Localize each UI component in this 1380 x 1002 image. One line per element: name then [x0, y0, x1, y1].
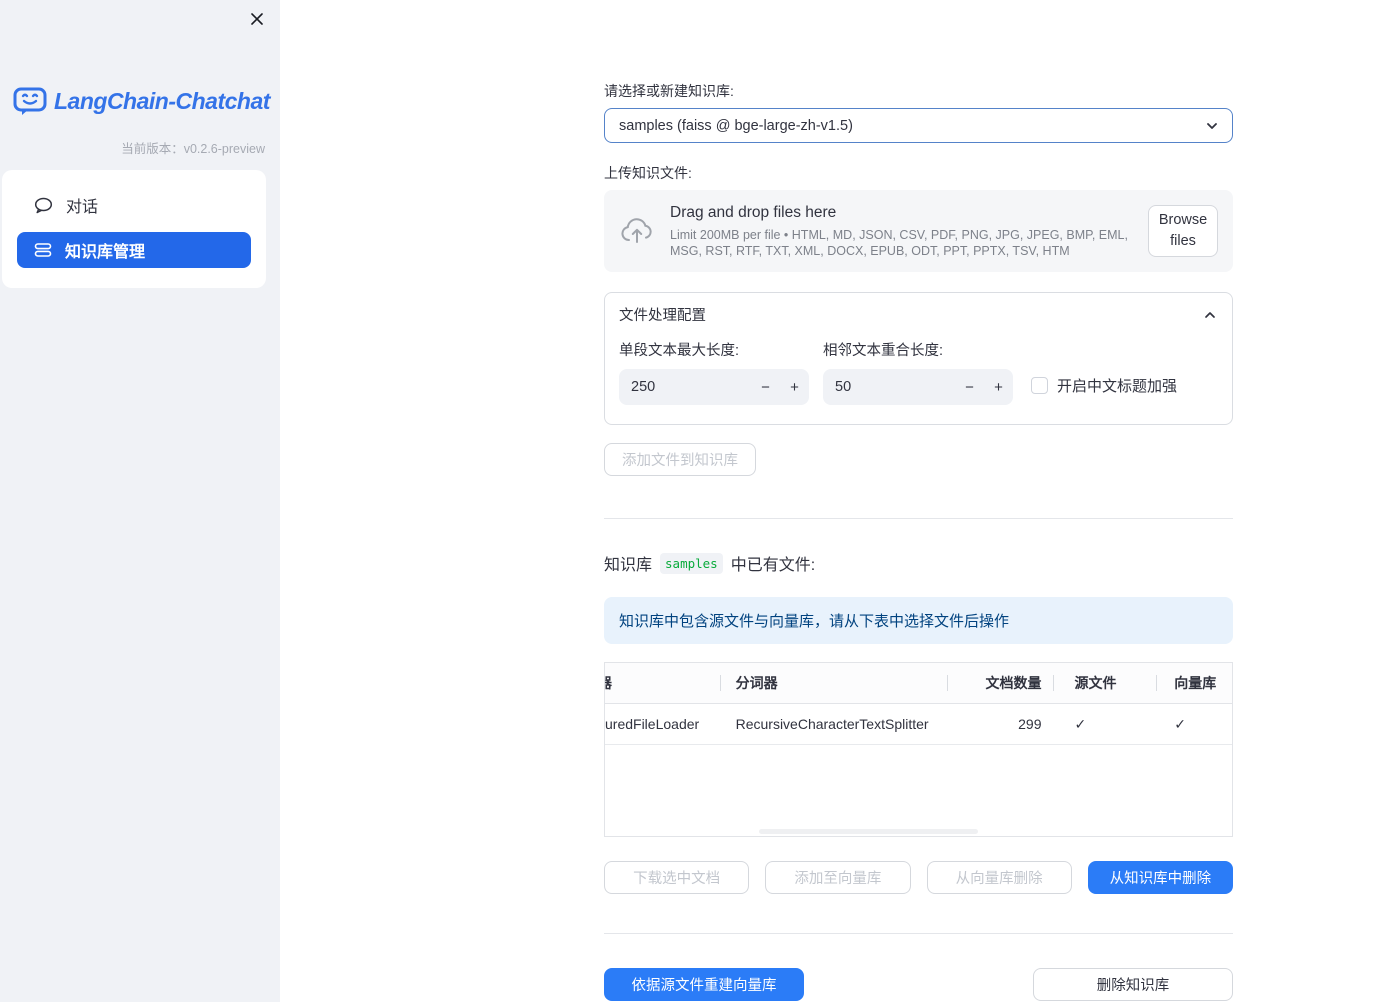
column-header-loader[interactable]: 器 [605, 663, 720, 703]
cell-source-file-check: ✓ [1074, 715, 1087, 732]
close-icon [250, 12, 264, 26]
chunk-size-decrement-button[interactable]: − [751, 369, 780, 405]
delete-from-kb-button[interactable]: 从知识库中删除 [1087, 861, 1233, 894]
main-content: 请选择或新建知识库: samples (faiss @ bge-large-zh… [604, 0, 1233, 1001]
kb-files-table: 器 分词器 文档数量 源文件 向量库 uredFileLoader Recurs… [604, 662, 1233, 837]
dropzone-title: Drag and drop files here [670, 204, 837, 221]
chevron-down-icon [1204, 118, 1220, 134]
expander-body: 单段文本最大长度: 250 − + 相邻文本重合长度: 50 − + 开启中文标… [605, 334, 1232, 424]
browse-files-button[interactable]: Browse files [1148, 205, 1218, 257]
chunk-size-input: 250 − + [619, 369, 809, 405]
table-horizontal-scrollbar[interactable] [759, 829, 978, 834]
cell-loader: uredFileLoader [605, 716, 700, 732]
bottom-actions: 依据源文件重建向量库 删除知识库 [604, 968, 1233, 1001]
overlap-size-increment-button[interactable]: + [984, 369, 1013, 405]
file-dropzone[interactable]: Drag and drop files here Limit 200MB per… [604, 190, 1233, 272]
column-header-doc-count[interactable]: 文档数量 [946, 663, 1053, 703]
chunk-size-label: 单段文本最大长度: [619, 343, 740, 359]
table-row[interactable]: uredFileLoader RecursiveCharacterTextSpl… [605, 704, 1232, 745]
row-actions: 下载选中文档 添加至向量库 从向量库删除 从知识库中删除 [604, 861, 1233, 894]
upload-label: 上传知识文件: [604, 165, 692, 181]
cell-splitter: RecursiveCharacterTextSplitter [735, 716, 929, 732]
chunk-size-increment-button[interactable]: + [780, 369, 809, 405]
chevron-up-icon [1202, 307, 1218, 323]
overlap-size-label: 相邻文本重合长度: [823, 343, 944, 359]
divider [604, 933, 1233, 934]
sidebar-menu: 对话 知识库管理 [2, 170, 266, 288]
download-selected-docs-button[interactable]: 下载选中文档 [604, 861, 750, 894]
cloud-upload-icon [620, 217, 654, 245]
chunk-size-value[interactable]: 250 [619, 379, 751, 395]
divider [604, 518, 1233, 519]
kb-name-code: samples [660, 552, 723, 574]
sidebar: LangChain-Chatchat 当前版本：v0.2.6-preview 对… [0, 0, 280, 1002]
app-logo: LangChain-Chatchat [13, 86, 270, 116]
add-to-vector-store-button[interactable]: 添加至向量库 [765, 861, 911, 894]
menu-item-label: 对话 [66, 199, 99, 216]
delete-from-vector-store-button[interactable]: 从向量库删除 [926, 861, 1072, 894]
checkbox-label: 开启中文标题加强 [1057, 378, 1178, 395]
menu-item-knowledge-base[interactable]: 知识库管理 [17, 232, 251, 268]
info-banner: 知识库中包含源文件与向量库，请从下表中选择文件后操作 [604, 597, 1233, 644]
table-header-row: 器 分词器 文档数量 源文件 向量库 [605, 663, 1232, 704]
column-header-source-file[interactable]: 源文件 [1052, 663, 1157, 703]
rebuild-vector-store-button[interactable]: 依据源文件重建向量库 [604, 968, 804, 1001]
dropzone-text: Drag and drop files here Limit 200MB per… [670, 203, 1148, 259]
kb-select-label: 请选择或新建知识库: [604, 83, 734, 99]
chat-bubble-icon [34, 197, 53, 214]
kb-select-dropdown[interactable]: samples (faiss @ bge-large-zh-v1.5) [604, 108, 1233, 143]
column-header-splitter[interactable]: 分词器 [719, 663, 947, 703]
chunk-size-group: 单段文本最大长度: 250 − + [619, 339, 809, 405]
add-files-to-kb-button[interactable]: 添加文件到知识库 [604, 443, 756, 476]
expander-title: 文件处理配置 [619, 308, 706, 324]
chat-logo-icon [13, 86, 47, 116]
overlap-size-decrement-button[interactable]: − [955, 369, 984, 405]
checkbox-icon [1031, 377, 1048, 394]
kb-select-value: samples (faiss @ bge-large-zh-v1.5) [619, 117, 853, 134]
cell-vector-store-check: ✓ [1174, 715, 1186, 732]
zh-title-enhance-checkbox[interactable]: 开启中文标题加强 [1031, 375, 1177, 396]
kb-files-heading: 知识库 samples 中已有文件: [604, 551, 1233, 575]
expander-header[interactable]: 文件处理配置 [605, 293, 1232, 334]
sidebar-close-button[interactable] [246, 8, 268, 30]
version-text: 当前版本：v0.2.6-preview [121, 142, 265, 156]
overlap-size-input: 50 − + [823, 369, 1013, 405]
overlap-size-group: 相邻文本重合长度: 50 − + [823, 339, 1013, 405]
column-header-vector-store[interactable]: 向量库 [1156, 663, 1232, 703]
file-config-expander: 文件处理配置 单段文本最大长度: 250 − + 相邻文本重合长度: 50 − … [604, 292, 1233, 425]
cell-doc-count: 299 [1018, 716, 1042, 732]
overlap-size-value[interactable]: 50 [823, 379, 955, 395]
dropzone-hint: Limit 200MB per file • HTML, MD, JSON, C… [670, 228, 1128, 258]
menu-item-dialogue[interactable]: 对话 [17, 187, 251, 223]
delete-kb-button[interactable]: 删除知识库 [1033, 968, 1233, 1001]
stacked-bars-icon [34, 242, 52, 258]
app-title: LangChain-Chatchat [54, 87, 270, 114]
menu-item-label: 知识库管理 [65, 244, 146, 261]
